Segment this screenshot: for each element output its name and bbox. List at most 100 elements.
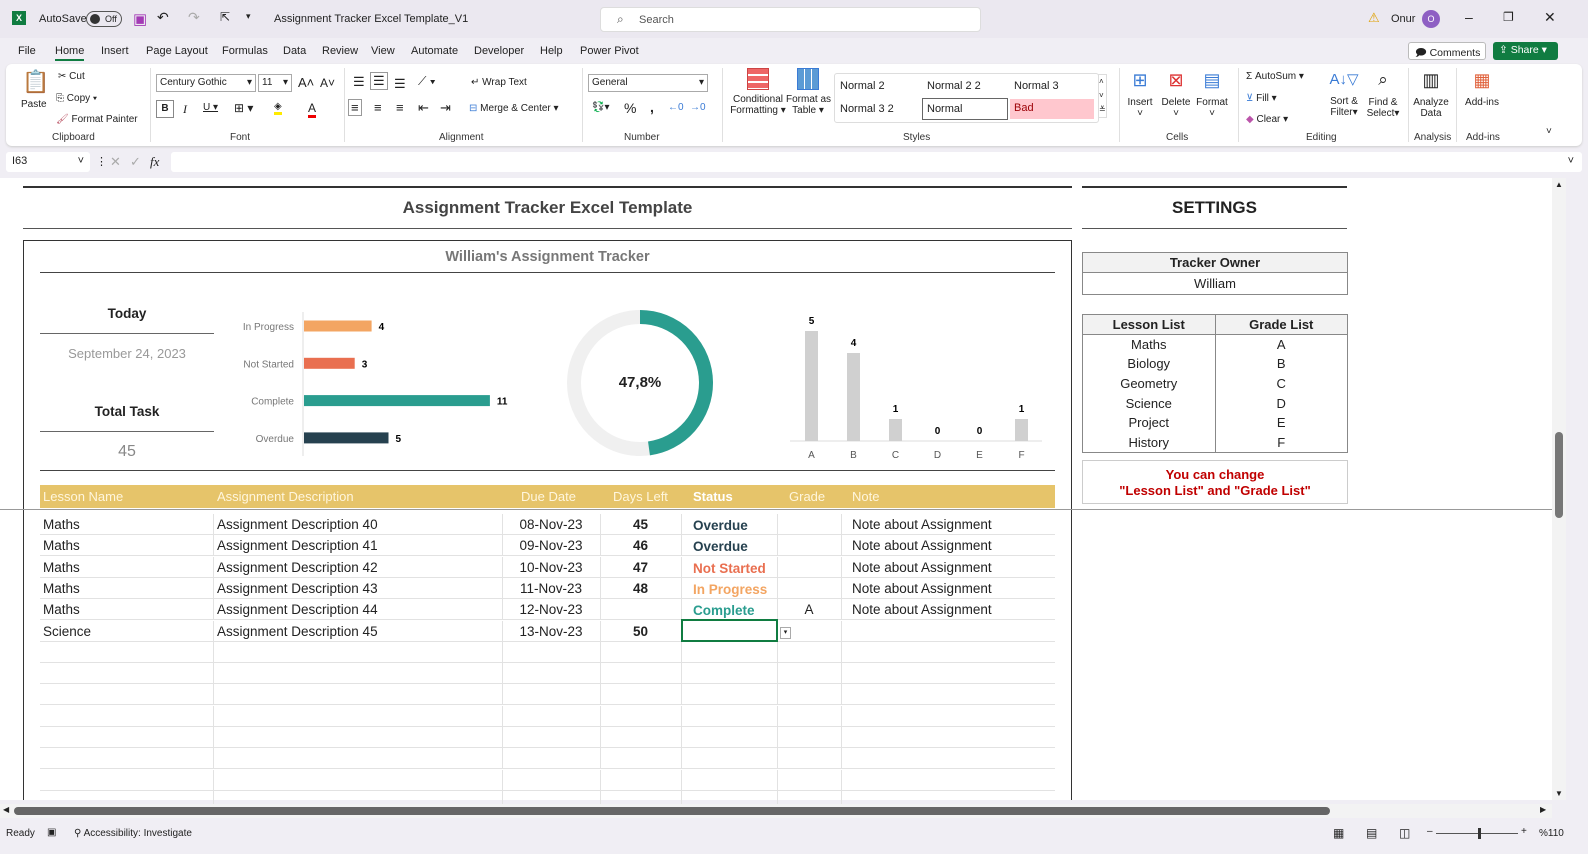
days-left-cell[interactable]: 45 — [600, 517, 681, 532]
styles-scroll[interactable]: ˄˅≚ — [1098, 74, 1107, 118]
style-normal[interactable]: Normal — [922, 98, 1008, 120]
paste-icon[interactable]: 📋 — [22, 69, 49, 95]
lesson-item[interactable]: Science — [1083, 393, 1216, 413]
sort-filter-button[interactable]: A↓▽Sort &Filter▾ — [1326, 70, 1362, 118]
delete-cells-button[interactable]: ⊠Delete˅ — [1160, 70, 1192, 119]
font-color-icon[interactable]: A — [308, 101, 316, 118]
tab-automate[interactable]: Automate — [411, 45, 458, 57]
tab-view[interactable]: View — [371, 45, 395, 57]
autosave-toggle[interactable]: Off — [86, 11, 122, 27]
lesson-cell[interactable]: Maths — [43, 581, 80, 596]
due-date-cell[interactable]: 08-Nov-23 — [502, 517, 600, 532]
increase-indent-icon[interactable]: ⇥ — [440, 100, 451, 116]
description-cell[interactable]: Assignment Description 41 — [217, 538, 378, 553]
close-icon[interactable]: ✕ — [1544, 9, 1556, 26]
vertical-scroll-thumb[interactable] — [1555, 432, 1563, 518]
percent-icon[interactable]: % — [624, 100, 636, 116]
tab-power-pivot[interactable]: Power Pivot — [580, 45, 639, 57]
description-cell[interactable]: Assignment Description 44 — [217, 602, 378, 617]
lesson-item[interactable]: Geometry — [1083, 374, 1216, 394]
grade-item[interactable]: B — [1215, 354, 1348, 374]
days-left-cell[interactable]: 50 — [600, 624, 681, 639]
header-due-date[interactable]: Due Date — [521, 489, 576, 504]
status-cell[interactable]: Overdue — [693, 539, 748, 554]
align-bottom-icon[interactable]: ☰ — [394, 76, 406, 92]
format-as-table-button[interactable]: Format asTable ▾ — [786, 68, 830, 116]
align-right-icon[interactable]: ≡ — [396, 100, 404, 115]
grade-item[interactable]: A — [1215, 335, 1348, 355]
days-left-cell[interactable]: 46 — [600, 538, 681, 553]
note-cell[interactable]: Note about Assignment — [852, 602, 992, 617]
style-normal-2-2[interactable]: Normal 2 2 — [927, 80, 981, 92]
increase-decimal-icon[interactable]: ←0 — [668, 102, 684, 113]
share-button[interactable]: ⇪ Share ▾ — [1493, 42, 1558, 60]
autosum-button[interactable]: AutoSum — [1255, 71, 1296, 82]
accessibility-button[interactable]: ⚲ Accessibility: Investigate — [74, 828, 192, 839]
borders-icon[interactable]: ⊞ ▾ — [234, 101, 253, 115]
save-icon[interactable]: ▣ — [133, 10, 147, 28]
description-cell[interactable]: Assignment Description 40 — [217, 517, 378, 532]
horizontal-scrollbar[interactable]: ◀ ▶ — [0, 804, 1552, 818]
merge-center-button[interactable]: Merge & Center — [480, 103, 551, 114]
styles-gallery[interactable]: Normal 2 Normal 2 2 Normal 3 Normal 3 2 … — [834, 73, 1099, 123]
note-cell[interactable]: Note about Assignment — [852, 517, 992, 532]
note-cell[interactable]: Note about Assignment — [852, 538, 992, 553]
due-date-cell[interactable]: 11-Nov-23 — [502, 581, 600, 596]
header-status[interactable]: Status — [693, 489, 733, 504]
search-box[interactable]: ⌕ Search — [600, 7, 981, 32]
redo-icon[interactable]: ↷ — [188, 9, 200, 26]
page-layout-view-icon[interactable]: ▤ — [1366, 826, 1377, 840]
note-cell[interactable]: Note about Assignment — [852, 560, 992, 575]
fill-color-icon[interactable]: ◈ — [274, 101, 282, 115]
zoom-level[interactable]: %110 — [1539, 828, 1564, 839]
lesson-cell[interactable]: Maths — [43, 602, 80, 617]
collapse-ribbon-icon[interactable]: ˅ — [1546, 126, 1552, 137]
formula-input[interactable]: ˅ — [171, 152, 1582, 172]
align-left-icon[interactable]: ≡ — [348, 99, 362, 116]
tab-file[interactable]: File — [18, 45, 36, 57]
underline-button[interactable]: U ▾ — [203, 102, 218, 113]
lesson-item[interactable]: Maths — [1083, 335, 1216, 355]
align-middle-icon[interactable]: ☰ — [370, 72, 388, 90]
lesson-cell[interactable]: Maths — [43, 517, 80, 532]
lesson-cell[interactable]: Maths — [43, 560, 80, 575]
analyze-data-button[interactable]: ▥AnalyzeData — [1410, 70, 1452, 119]
lesson-cell[interactable]: Science — [43, 624, 91, 639]
grade-cell[interactable]: A — [777, 602, 841, 617]
style-normal-3-2[interactable]: Normal 3 2 — [840, 103, 894, 115]
undo-icon[interactable]: ↶ — [157, 9, 169, 26]
selected-cell[interactable] — [681, 619, 778, 642]
due-date-cell[interactable]: 09-Nov-23 — [502, 538, 600, 553]
grade-item[interactable]: C — [1215, 374, 1348, 394]
lesson-cell[interactable]: Maths — [43, 538, 80, 553]
header-assignment-description[interactable]: Assignment Description — [217, 489, 354, 504]
avatar[interactable]: O — [1422, 10, 1440, 28]
format-cells-button[interactable]: ▤Format˅ — [1195, 70, 1229, 119]
lesson-item[interactable]: Project — [1083, 413, 1216, 433]
note-cell[interactable]: Note about Assignment — [852, 581, 992, 596]
due-date-cell[interactable]: 10-Nov-23 — [502, 560, 600, 575]
orientation-icon[interactable]: ⟋ ▾ — [418, 74, 436, 89]
lesson-item[interactable]: History — [1083, 432, 1216, 452]
style-normal-2[interactable]: Normal 2 — [840, 80, 885, 92]
normal-view-icon[interactable]: ▦ — [1333, 826, 1344, 840]
user-name[interactable]: Onur — [1391, 13, 1415, 25]
restore-icon[interactable]: ❐ — [1503, 10, 1514, 24]
clear-button[interactable]: Clear — [1256, 114, 1280, 125]
bold-button[interactable]: B — [156, 100, 174, 118]
horizontal-scroll-thumb[interactable] — [14, 807, 1330, 815]
zoom-slider-thumb[interactable] — [1478, 828, 1481, 839]
header-days-left[interactable]: Days Left — [613, 489, 668, 504]
pointer-icon[interactable]: ⇱ — [220, 10, 230, 24]
grade-item[interactable]: E — [1215, 413, 1348, 433]
format-painter-button[interactable]: Format Painter — [71, 114, 137, 125]
zoom-slider[interactable] — [1436, 833, 1518, 834]
fill-button[interactable]: Fill — [1256, 93, 1269, 104]
decrease-font-icon[interactable]: A˅ — [320, 76, 335, 90]
comments-button[interactable]: 🗩 Comments — [1408, 42, 1486, 60]
warning-icon[interactable]: ⚠ — [1368, 10, 1380, 26]
customize-qat-icon[interactable]: ▾ — [246, 11, 251, 22]
vertical-scrollbar[interactable]: ▲ ▼ — [1552, 178, 1566, 800]
find-select-button[interactable]: ⌕Find &Select▾ — [1364, 70, 1402, 119]
due-date-cell[interactable]: 12-Nov-23 — [502, 602, 600, 617]
